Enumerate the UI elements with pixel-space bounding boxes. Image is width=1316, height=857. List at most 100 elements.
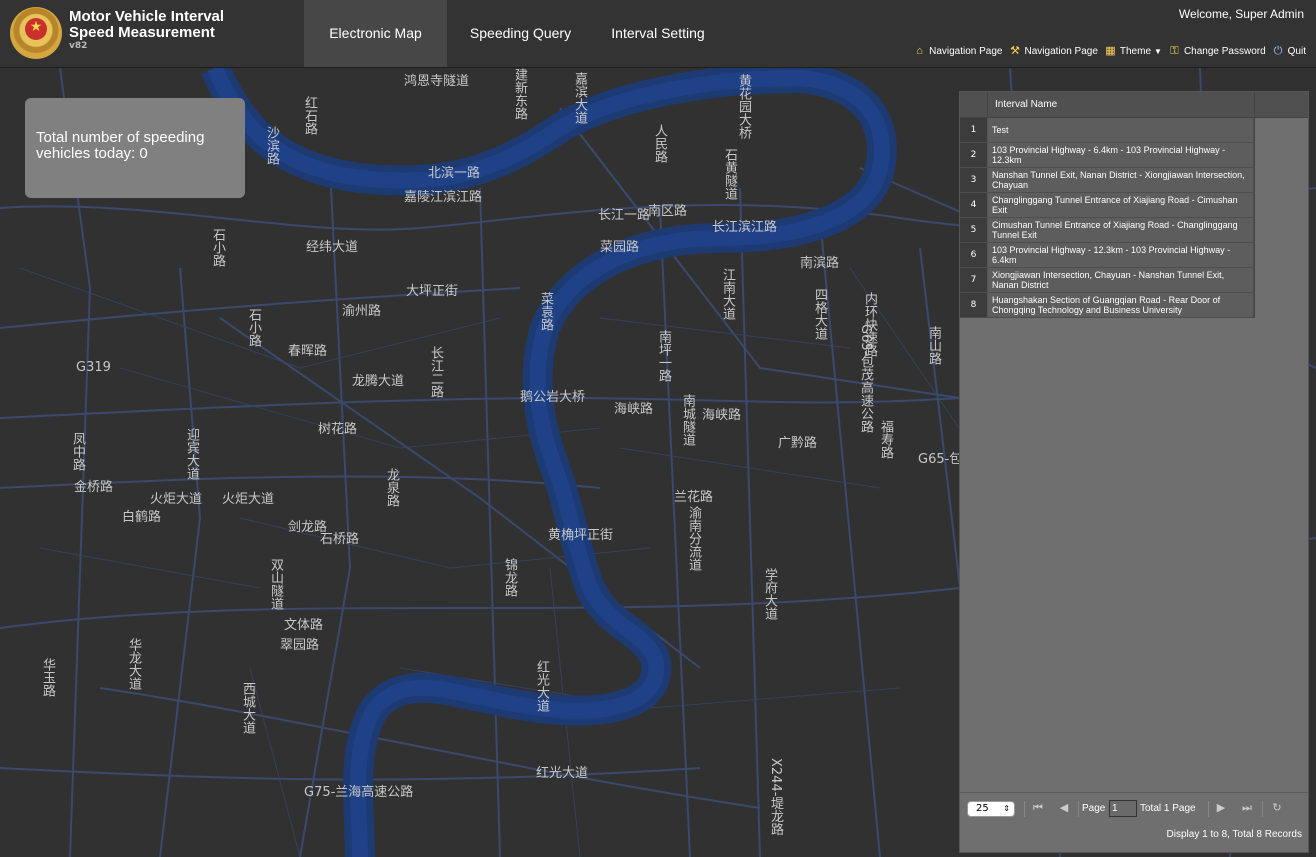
records-summary: Display 1 to 8, Total 8 Records [1166, 829, 1302, 840]
map-label: 金桥路 [74, 480, 114, 495]
map-label: G75-兰海高速公路 [304, 785, 414, 800]
map-label: 春晖路 [288, 344, 328, 359]
map-label: 海峡路 [702, 408, 742, 423]
map-label: 火炬大道 [150, 492, 203, 507]
map-label: G65-包 [918, 452, 963, 467]
table-row[interactable]: 2 103 Provincial Highway - 6.4km - 103 P… [960, 143, 1255, 168]
table-row[interactable]: 7 Xiongjiawan Intersection, Chayuan - Na… [960, 268, 1255, 293]
table-row[interactable]: 8 Huangshakan Section of Guangqian Road … [960, 293, 1255, 318]
row-number: 7 [960, 268, 988, 292]
tools-icon: ⚒ [1010, 44, 1020, 57]
interval-list-panel: Interval Name 1 Test 2 103 Provincial Hi… [959, 91, 1309, 853]
map-label: 白鹤路 [122, 510, 162, 525]
interval-name-cell: 103 Provincial Highway - 12.3km - 103 Pr… [988, 243, 1254, 267]
quit-link[interactable]: ⏻ Quit [1272, 45, 1306, 58]
map-label: 石小路 [210, 228, 225, 267]
row-number: 6 [960, 243, 988, 267]
refresh-icon[interactable]: ↻ [1271, 802, 1283, 814]
prev-page-icon[interactable]: ◀ [1058, 802, 1070, 814]
welcome-text: Welcome, Super Admin [1178, 7, 1304, 21]
map-label: 广黔路 [778, 436, 818, 451]
map-label: 嘉滨大道 [572, 72, 587, 124]
map-label: 石黄隧道 [722, 148, 737, 200]
interval-name-cell: Changlinggang Tunnel Entrance of Xiajian… [988, 193, 1254, 217]
map-label: 黄花园大桥 [736, 74, 751, 139]
total-pages-text: Total 1 Page [1140, 803, 1196, 814]
row-number: 8 [960, 293, 988, 317]
map-label: G65-包茂高速公路 [858, 324, 873, 434]
map-label: 嘉陵江滨江路 [404, 190, 483, 205]
table-row[interactable]: 3 Nanshan Tunnel Exit, Nanan District - … [960, 168, 1255, 193]
map-label: 江南大道 [720, 268, 735, 320]
row-number: 4 [960, 193, 988, 217]
speeding-count-box: Total number of speeding vehicles today:… [25, 98, 245, 198]
map-label: 沙滨路 [264, 126, 279, 165]
map-label: 兰花路 [674, 490, 714, 505]
key-icon: ⚿ [1170, 44, 1179, 57]
table-row[interactable]: 5 Cimushan Tunnel Entrance of Xiajiang R… [960, 218, 1255, 243]
map-label: 凤中路 [70, 432, 85, 471]
tab-interval-setting[interactable]: Interval Setting [594, 0, 722, 67]
map-label: 迎宾大道 [184, 428, 199, 480]
grid-rows: 1 Test 2 103 Provincial Highway - 6.4km … [960, 118, 1255, 318]
map-label: 南坪一路 [656, 330, 671, 382]
map-label: X244-堤龙路 [768, 758, 783, 836]
home-icon: ⌂ [916, 44, 923, 57]
map-label: 龙泉路 [384, 468, 399, 507]
map-label: 石小路 [246, 308, 261, 347]
tab-speeding-query[interactable]: Speeding Query [455, 0, 586, 67]
interval-name-cell: Cimushan Tunnel Entrance of Xiajiang Roa… [988, 218, 1254, 242]
row-number: 2 [960, 143, 988, 167]
first-page-icon[interactable]: ⏮ [1032, 802, 1044, 814]
police-emblem-logo: ★ [10, 7, 62, 59]
interval-name-cell: Huangshakan Section of Guangqian Road - … [988, 293, 1254, 317]
map-label: 红石路 [302, 96, 317, 135]
table-row[interactable]: 1 Test [960, 118, 1255, 143]
table-row[interactable]: 6 103 Provincial Highway - 12.3km - 103 … [960, 243, 1255, 268]
app-version: v82 [69, 41, 88, 51]
last-page-icon[interactable]: ⏭ [1241, 802, 1253, 814]
map-label: 大坪正街 [406, 284, 459, 299]
grid-header: Interval Name [960, 92, 1308, 118]
map-label: 北滨一路 [428, 166, 481, 181]
row-number: 5 [960, 218, 988, 242]
top-header: ★ Motor Vehicle Interval Speed Measureme… [0, 0, 1316, 68]
map-label: 鹅公岩大桥 [520, 390, 586, 405]
table-row[interactable]: 4 Changlinggang Tunnel Entrance of Xiaji… [960, 193, 1255, 218]
navigation-page-link-2[interactable]: ⚒ Navigation Page [1009, 45, 1098, 58]
map-label: 石桥路 [320, 532, 360, 547]
map-label: 南城隧道 [680, 394, 695, 446]
map-label: 菜袁路 [538, 292, 553, 331]
map-label: 长江二路 [428, 346, 443, 398]
map-label: 经纬大道 [306, 240, 359, 255]
map-label: 鸿恩寺隧道 [404, 74, 470, 89]
row-number: 1 [960, 118, 988, 142]
navigation-page-link-1[interactable]: ⌂ Navigation Page [913, 45, 1002, 58]
map-label: 福寿路 [878, 420, 893, 459]
map-label: 文体路 [284, 618, 324, 633]
map-label: 红光大道 [534, 660, 549, 712]
map-label: 菜园路 [600, 240, 640, 255]
map-label: 南山路 [926, 326, 941, 365]
app-title-line2: Speed Measurement [69, 24, 215, 41]
map-label: 华龙大道 [126, 638, 141, 690]
app-title: Motor Vehicle Interval Speed Measurement [69, 9, 269, 41]
map-label: 华玉路 [40, 658, 55, 697]
theme-dropdown[interactable]: ▦ Theme ▼ [1104, 45, 1162, 58]
next-page-icon[interactable]: ▶ [1215, 802, 1227, 814]
map-label: 南滨路 [800, 256, 840, 271]
row-number: 3 [960, 168, 988, 192]
page-size-select[interactable]: 25 ⇕ [967, 801, 1015, 817]
map-label: 西城大道 [240, 682, 255, 734]
quit-label: Quit [1287, 45, 1306, 57]
map-label: 渝州路 [342, 304, 382, 319]
map-label: 海峡路 [614, 402, 654, 417]
map-label: 树花路 [318, 422, 358, 437]
column-header-interval-name[interactable]: Interval Name [995, 99, 1057, 110]
page-number-input[interactable] [1109, 800, 1137, 817]
map-label: 火炬大道 [222, 492, 275, 507]
change-password-link[interactable]: ⚿ Change Password [1168, 44, 1265, 58]
map-label: 建新东路 [512, 68, 527, 120]
tab-electronic-map[interactable]: Electronic Map [304, 0, 447, 67]
navigation-page-label-1: Navigation Page [929, 45, 1003, 57]
